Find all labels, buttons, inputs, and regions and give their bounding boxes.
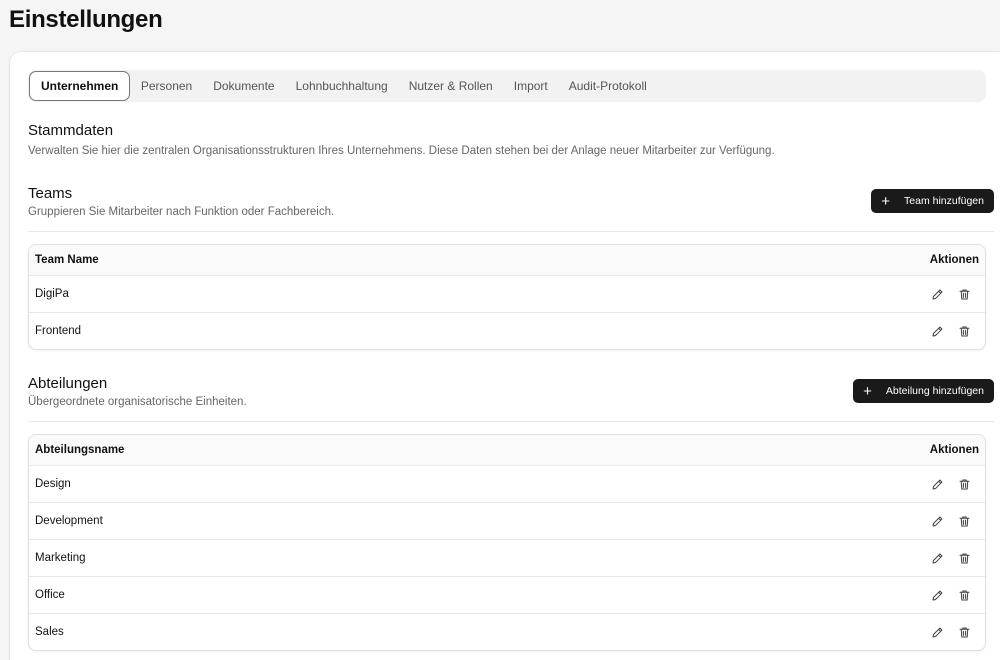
teams-title: Teams [28, 185, 73, 202]
trash-icon[interactable] [956, 587, 972, 603]
table-row: Sales [29, 613, 985, 650]
abteilungen-title: Abteilungen [28, 375, 108, 392]
teams-description: Gruppieren Sie Mitarbeiter nach Funktion… [28, 206, 335, 218]
table-row: Frontend [29, 312, 985, 349]
tab-audit-protokoll[interactable]: Audit-Protokoll [558, 71, 657, 101]
abteilung-name: Marketing [35, 552, 86, 564]
column-header-actions: Aktionen [929, 444, 979, 456]
abteilung-name: Office [35, 589, 65, 601]
plus-icon: + [881, 192, 891, 210]
pencil-icon[interactable] [929, 286, 945, 302]
settings-card: Unternehmen Personen Dokumente Lohnbuchh… [9, 51, 1000, 660]
abteilung-name: Design [35, 478, 71, 490]
table-row: Development [29, 502, 985, 539]
pencil-icon[interactable] [929, 323, 945, 339]
team-name: Frontend [35, 325, 82, 337]
plus-icon: + [863, 382, 872, 400]
tab-personen[interactable]: Personen [130, 71, 202, 101]
tab-dokumente[interactable]: Dokumente [203, 71, 285, 101]
add-abteilung-label: Abteilung hinzufügen [885, 385, 984, 397]
add-team-label: Team hinzufügen [904, 195, 984, 207]
trash-icon[interactable] [956, 550, 972, 566]
pencil-icon[interactable] [929, 550, 945, 566]
table-row: Marketing [29, 539, 985, 576]
trash-icon[interactable] [956, 476, 972, 492]
page-title: Einstellungen [9, 6, 163, 33]
abteilung-name: Sales [35, 626, 64, 638]
pencil-icon[interactable] [929, 624, 945, 640]
abteilungen-description: Übergeordnete organisatorische Einheiten… [28, 396, 247, 408]
column-header-actions: Aktionen [929, 254, 979, 266]
column-header-abteilungsname: Abteilungsname [35, 444, 125, 456]
divider [28, 231, 994, 232]
tab-bar: Unternehmen Personen Dokumente Lohnbuchh… [28, 70, 986, 102]
trash-icon[interactable] [956, 624, 972, 640]
trash-icon[interactable] [956, 513, 972, 529]
abteilung-name: Development [35, 515, 103, 527]
tab-lohnbuchhaltung[interactable]: Lohnbuchhaltung [285, 71, 398, 101]
table-header: Abteilungsname Aktionen [29, 435, 985, 465]
teams-table: Team Name Aktionen DigiPa Frontend [28, 244, 986, 350]
column-header-team-name: Team Name [35, 254, 99, 266]
divider [28, 421, 994, 422]
add-abteilung-button[interactable]: + Abteilung hinzufügen [853, 379, 994, 403]
stammdaten-description: Verwalten Sie hier die zentralen Organis… [28, 145, 775, 157]
team-name: DigiPa [35, 288, 69, 300]
tab-nutzer-rollen[interactable]: Nutzer & Rollen [398, 71, 503, 101]
stammdaten-title: Stammdaten [28, 122, 114, 139]
pencil-icon[interactable] [929, 587, 945, 603]
tab-unternehmen[interactable]: Unternehmen [29, 71, 131, 101]
pencil-icon[interactable] [929, 476, 945, 492]
pencil-icon[interactable] [929, 513, 945, 529]
tab-import[interactable]: Import [503, 71, 558, 101]
table-row: Office [29, 576, 985, 613]
add-team-button[interactable]: + Team hinzufügen [871, 189, 994, 213]
trash-icon[interactable] [956, 323, 972, 339]
table-row: Design [29, 465, 985, 502]
trash-icon[interactable] [956, 286, 972, 302]
table-header: Team Name Aktionen [29, 245, 985, 275]
abteilungen-table: Abteilungsname Aktionen Design Developme… [28, 434, 986, 651]
table-row: DigiPa [29, 275, 985, 312]
